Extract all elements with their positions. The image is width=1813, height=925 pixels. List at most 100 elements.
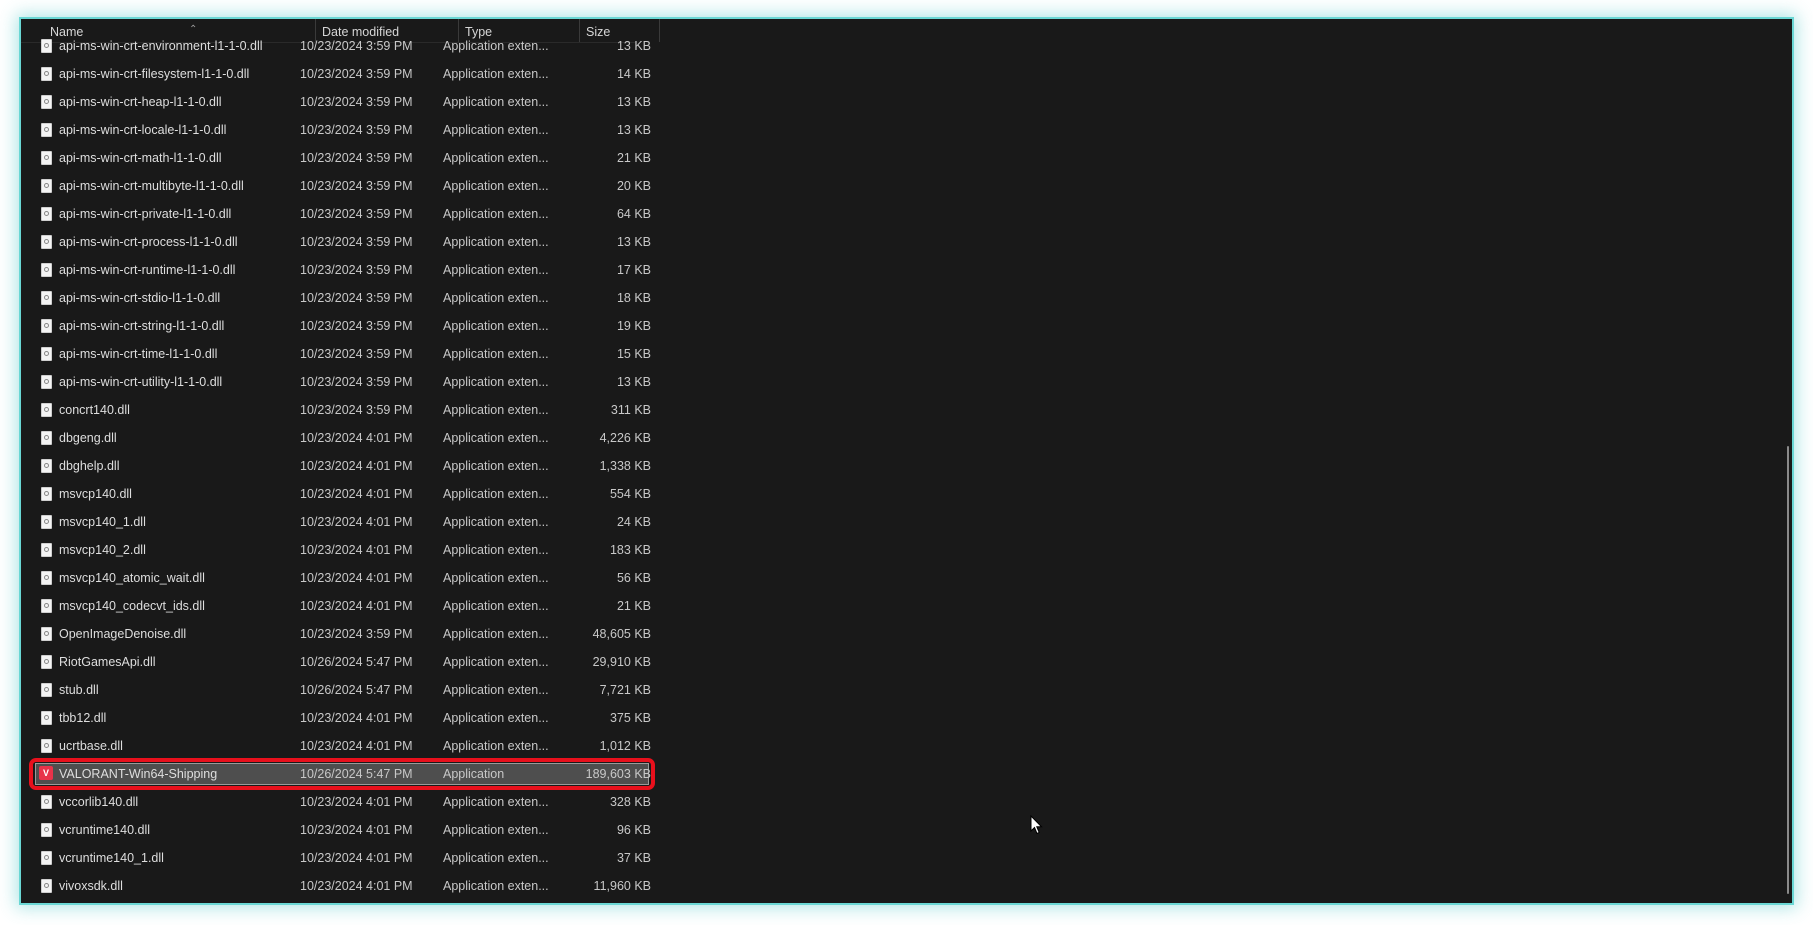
file-name: vivoxsdk.dll [59, 879, 123, 893]
file-row[interactable]: api-ms-win-crt-private-l1-1-0.dll 10/23/2… [21, 200, 681, 228]
file-type: Application exten... [443, 67, 549, 81]
file-row[interactable]: api-ms-win-crt-math-l1-1-0.dll 10/23/2024… [21, 144, 681, 172]
dll-file-icon [41, 487, 52, 501]
file-row[interactable]: msvcp140_codecvt_ids.dll 10/23/2024 4:01 … [21, 592, 681, 620]
file-row[interactable]: vcruntime140.dll 10/23/2024 4:01 PM Applic… [21, 816, 681, 844]
file-date-modified: 10/23/2024 3:59 PM [300, 123, 413, 137]
file-size: 56 KB [616, 571, 651, 585]
file-row[interactable]: tbb12.dll 10/23/2024 4:01 PM Application e… [21, 704, 681, 732]
file-type: Application exten... [443, 375, 549, 389]
file-name: api-ms-win-crt-math-l1-1-0.dll [59, 151, 222, 165]
file-type: Application exten... [443, 263, 549, 277]
file-name: api-ms-win-crt-locale-l1-1-0.dll [59, 123, 227, 137]
file-size: 311 KB [610, 403, 651, 417]
file-explorer-window: ⌃ Name Date modified Type Size api-ms-wi… [19, 17, 1794, 905]
file-type: Application exten... [443, 683, 549, 697]
file-date-modified: 10/23/2024 4:01 PM [300, 795, 413, 809]
dll-file-icon [41, 459, 52, 473]
file-name: api-ms-win-crt-multibyte-l1-1-0.dll [59, 179, 244, 193]
file-row[interactable]: vivoxsdk.dll 10/23/2024 4:01 PM Applicatio… [21, 872, 681, 900]
file-type: Application exten... [443, 95, 549, 109]
file-row[interactable]: msvcp140_1.dll 10/23/2024 4:01 PM Applicat… [21, 508, 681, 536]
dll-file-icon [41, 683, 52, 697]
dll-file-icon [41, 627, 52, 641]
file-row[interactable]: api-ms-win-crt-time-l1-1-0.dll 10/23/2024… [21, 340, 681, 368]
file-size: 48,605 KB [592, 627, 651, 641]
file-row[interactable]: vccorlib140.dll 10/23/2024 4:01 PM Applica… [21, 788, 681, 816]
dll-file-icon [41, 347, 52, 361]
file-row[interactable]: api-ms-win-crt-filesystem-l1-1-0.dll 10/2… [21, 60, 681, 88]
file-date-modified: 10/23/2024 4:01 PM [300, 599, 413, 613]
file-size: 13 KB [616, 123, 651, 137]
file-row[interactable]: api-ms-win-crt-process-l1-1-0.dll 10/23/2… [21, 228, 681, 256]
dll-file-icon [41, 571, 52, 585]
file-size: 7,721 KB [599, 683, 651, 697]
dll-file-icon [41, 599, 52, 613]
file-row[interactable]: api-ms-win-crt-utility-l1-1-0.dll 10/23/2… [21, 368, 681, 396]
file-name: stub.dll [59, 683, 99, 697]
file-size: 24 KB [616, 515, 651, 529]
file-date-modified: 10/23/2024 4:01 PM [300, 711, 413, 725]
file-type: Application exten... [443, 431, 549, 445]
file-date-modified: 10/23/2024 4:01 PM [300, 851, 413, 865]
file-size: 18 KB [616, 291, 651, 305]
file-name: api-ms-win-crt-private-l1-1-0.dll [59, 207, 232, 221]
file-row[interactable]: dbghelp.dll 10/23/2024 4:01 PM Application… [21, 452, 681, 480]
file-type: Application exten... [443, 123, 549, 137]
dll-file-icon [41, 431, 52, 445]
file-row[interactable]: api-ms-win-crt-multibyte-l1-1-0.dll 10/23… [21, 172, 681, 200]
file-row[interactable]: msvcp140_2.dll 10/23/2024 4:01 PM Applicat… [21, 536, 681, 564]
file-row[interactable]: api-ms-win-crt-heap-l1-1-0.dll 10/23/2024… [21, 88, 681, 116]
file-type: Application exten... [443, 207, 549, 221]
file-name: api-ms-win-crt-stdio-l1-1-0.dll [59, 291, 221, 305]
file-date-modified: 10/23/2024 4:01 PM [300, 739, 413, 753]
file-name: msvcp140_1.dll [59, 515, 146, 529]
file-type: Application exten... [443, 571, 549, 585]
file-row[interactable]: stub.dll 10/26/2024 5:47 PM Application ex… [21, 676, 681, 704]
dll-file-icon [41, 403, 52, 417]
file-row[interactable]: concrt140.dll 10/23/2024 3:59 PM Applicati… [21, 396, 681, 424]
file-row-selected[interactable]: V VALORANT-Win64-Shipping 10/26/2024 5:47 … [21, 758, 681, 790]
dll-file-icon [41, 235, 52, 249]
file-name: concrt140.dll [59, 403, 130, 417]
file-date-modified: 10/23/2024 3:59 PM [300, 263, 413, 277]
file-row[interactable]: msvcp140.dll 10/23/2024 4:01 PM Applicatio… [21, 480, 681, 508]
dll-file-icon [41, 543, 52, 557]
file-date-modified: 10/23/2024 3:59 PM [300, 347, 413, 361]
file-row[interactable]: api-ms-win-crt-environment-l1-1-0.dll 10/… [21, 32, 681, 60]
file-row[interactable]: OpenImageDenoise.dll 10/23/2024 3:59 PM Ap… [21, 620, 681, 648]
file-name: OpenImageDenoise.dll [59, 627, 187, 641]
file-type: Application exten... [443, 739, 549, 753]
file-row[interactable]: msvcp140_atomic_wait.dll 10/23/2024 4:01 … [21, 564, 681, 592]
file-row[interactable]: api-ms-win-crt-locale-l1-1-0.dll 10/23/20… [21, 116, 681, 144]
file-name: api-ms-win-crt-environment-l1-1-0.dll [59, 39, 263, 53]
dll-file-icon [41, 291, 52, 305]
file-row[interactable]: api-ms-win-crt-runtime-l1-1-0.dll 10/23/2… [21, 256, 681, 284]
file-date-modified: 10/23/2024 3:59 PM [300, 319, 413, 333]
file-size: 21 KB [616, 599, 651, 613]
file-row[interactable]: api-ms-win-crt-string-l1-1-0.dll 10/23/20… [21, 312, 681, 340]
file-row[interactable]: ucrtbase.dll 10/23/2024 4:01 PM Applicatio… [21, 732, 681, 760]
file-type: Application exten... [443, 515, 549, 529]
file-date-modified: 10/23/2024 3:59 PM [300, 403, 413, 417]
file-type: Application exten... [443, 711, 549, 725]
file-row[interactable]: vcruntime140_1.dll 10/23/2024 4:01 PM Appl… [21, 844, 681, 872]
file-size: 15 KB [616, 347, 651, 361]
dll-file-icon [41, 263, 52, 277]
file-date-modified: 10/23/2024 4:01 PM [300, 543, 413, 557]
file-size: 37 KB [616, 851, 651, 865]
dll-file-icon [41, 123, 52, 137]
dll-file-icon [41, 67, 52, 81]
file-name: api-ms-win-crt-heap-l1-1-0.dll [59, 95, 222, 109]
dll-file-icon [41, 879, 52, 893]
file-row[interactable]: api-ms-win-crt-stdio-l1-1-0.dll 10/23/202… [21, 284, 681, 312]
file-name: ucrtbase.dll [59, 739, 123, 753]
file-row[interactable]: dbgeng.dll 10/23/2024 4:01 PM Application … [21, 424, 681, 452]
dll-file-icon [41, 851, 52, 865]
file-size: 21 KB [616, 151, 651, 165]
file-size: 64 KB [616, 207, 651, 221]
dll-file-icon [41, 39, 52, 53]
file-row[interactable]: RiotGamesApi.dll 10/26/2024 5:47 PM Applic… [21, 648, 681, 676]
vertical-scrollbar[interactable] [1787, 446, 1789, 894]
file-size: 11,960 KB [593, 879, 651, 893]
